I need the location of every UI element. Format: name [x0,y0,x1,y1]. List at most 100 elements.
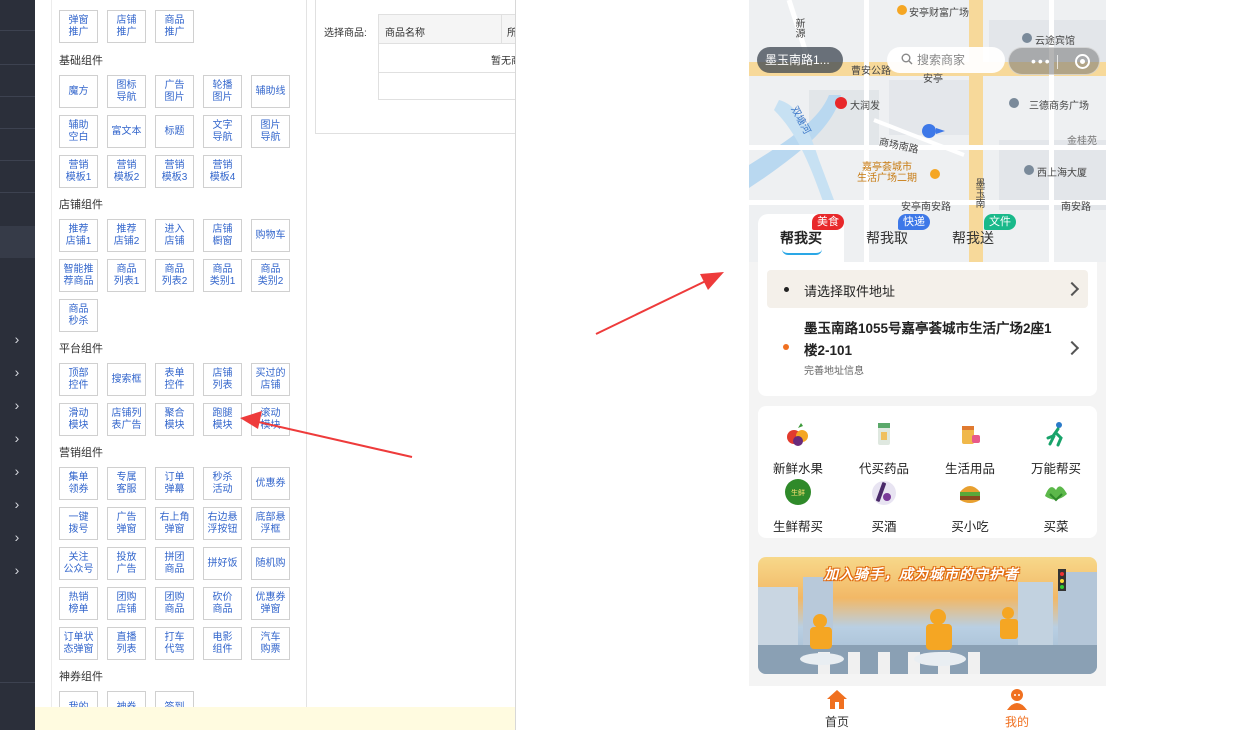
chevron-right-icon[interactable]: › [10,563,24,577]
category-medicine[interactable]: 代买药品 [844,420,924,476]
component-button[interactable]: 拼团 商品 [155,547,194,580]
component-button[interactable]: 店铺 推广 [107,10,146,43]
component-button[interactable]: 底部悬 浮框 [251,507,290,540]
component-button[interactable]: 辅助 空白 [59,115,98,148]
component-button[interactable]: 进入 店铺 [155,219,194,252]
component-button[interactable]: 滑动 模块 [59,403,98,436]
search-placeholder: 搜索商家 [917,53,966,67]
component-button[interactable]: 滚动 模块 [251,403,290,436]
chevron-right-icon[interactable]: › [10,431,24,445]
component-button[interactable]: 店铺 列表 [203,363,242,396]
chevron-right-icon[interactable]: › [10,497,24,511]
component-button[interactable]: 营销 模板3 [155,155,194,188]
component-button[interactable]: 拼好饭 [203,547,242,580]
component-button[interactable]: 图片 导航 [251,115,290,148]
component-button[interactable]: 订单 弹幕 [155,467,194,500]
component-button[interactable]: 辅助线 [251,75,290,108]
category-label: 生活用品 [944,462,995,476]
component-button[interactable]: 营销 模板2 [107,155,146,188]
pickup-label: 请选择取件地址 [804,284,896,299]
chevron-right-icon[interactable]: › [10,365,24,379]
component-button[interactable]: 商品 类别1 [203,259,242,292]
section-title: 神券组件 [59,671,103,683]
component-button[interactable]: 营销 模板1 [59,155,98,188]
daily-goods-icon [962,426,980,444]
component-button[interactable]: 商品 推广 [155,10,194,43]
component-button[interactable]: 一键 拨号 [59,507,98,540]
component-button[interactable]: 魔方 [59,75,98,108]
component-button[interactable]: 店铺列 表广告 [107,403,146,436]
component-button[interactable]: 投放 广告 [107,547,146,580]
component-button[interactable]: 专属 客服 [107,467,146,500]
component-button[interactable]: 团购 店铺 [107,587,146,620]
component-button[interactable]: 聚合 模块 [155,403,194,436]
dest-sub[interactable]: 完善地址信息 [804,362,864,377]
component-button[interactable]: 营销 模板4 [203,155,242,188]
category-vegetable[interactable]: 买菜 [1016,478,1096,534]
search-input[interactable]: 搜索商家 [887,47,1005,73]
map-label: 南安路 [1061,202,1091,213]
component-button[interactable]: 跑腿 模块 [203,403,242,436]
component-button[interactable]: 商品 列表2 [155,259,194,292]
chevron-right-icon[interactable]: › [10,398,24,412]
component-button[interactable]: 砍价 商品 [203,587,242,620]
component-button[interactable]: 广告 图片 [155,75,194,108]
pickup-address-row[interactable]: 请选择取件地址 [767,270,1088,308]
component-button[interactable]: 右边悬 浮按钮 [203,507,242,540]
component-button[interactable]: 打车 代驾 [155,627,194,660]
component-button[interactable]: 右上角 弹窗 [155,507,194,540]
category-snack[interactable]: 买小吃 [930,478,1010,534]
category-label: 万能帮买 [1030,462,1081,476]
component-button[interactable]: 随机购 [251,547,290,580]
component-button[interactable]: 热销 榜单 [59,587,98,620]
chevron-right-icon[interactable]: › [10,332,24,346]
component-button[interactable]: 商品 秒杀 [59,299,98,332]
chevron-right-icon[interactable]: › [10,530,24,544]
component-button[interactable]: 文字 导航 [203,115,242,148]
component-button[interactable]: 图标 导航 [107,75,146,108]
chevron-right-icon[interactable]: › [10,464,24,478]
component-button[interactable]: 智能推 荐商品 [59,259,98,292]
component-button[interactable]: 标题 [155,115,194,148]
component-button[interactable]: 店铺 橱窗 [203,219,242,252]
component-button[interactable]: 弹窗 推广 [59,10,98,43]
component-button[interactable]: 广告 弹窗 [107,507,146,540]
component-button[interactable]: 订单状 态弹窗 [59,627,98,660]
location-pill[interactable]: 墨玉南路1... [757,47,843,73]
category-wine[interactable]: 买酒 [844,478,924,534]
component-button[interactable]: 推荐 店铺2 [107,219,146,252]
category-fresh[interactable]: 生鲜 生鲜帮买 [758,478,838,534]
close-miniprogram-icon[interactable] [1075,54,1090,69]
tabbar-home[interactable]: 首页 [797,686,877,730]
component-button[interactable]: 团购 商品 [155,587,194,620]
more-icon[interactable]: ••• [1031,54,1052,68]
component-button[interactable]: 集单 领券 [59,467,98,500]
category-universal[interactable]: 万能帮买 [1016,420,1096,476]
component-button[interactable]: 电影 组件 [203,627,242,660]
component-button[interactable]: 推荐 店铺1 [59,219,98,252]
component-button[interactable]: 顶部 控件 [59,363,98,396]
map-label: 安亭南安路 [901,202,951,213]
component-button[interactable]: 汽车 购票 [251,627,290,660]
component-button[interactable]: 直播 列表 [107,627,146,660]
component-button[interactable]: 买过的 店铺 [251,363,290,396]
component-button[interactable]: 表单 控件 [155,363,194,396]
category-fruit[interactable]: 新鲜水果 [758,420,838,476]
component-button[interactable]: 秒杀 活动 [203,467,242,500]
goods-selector: 选择商品: 商品名称 所 暂无商 [315,0,521,134]
tabbar-mine[interactable]: 我的 [977,686,1057,730]
component-button[interactable]: 商品 列表1 [107,259,146,292]
component-button[interactable]: 商品 类别2 [251,259,290,292]
component-button[interactable]: 富文本 [107,115,146,148]
component-button[interactable]: 搜索框 [107,363,146,396]
rider-banner[interactable]: 加入骑手，成为城市的守护者 [758,557,1097,674]
dest-address[interactable]: 墨玉南路1055号嘉亭荟城市生活广场2座1楼2-101 [804,318,1056,362]
chevron-right-icon[interactable] [1064,340,1080,356]
component-button[interactable]: 优惠券 弹窗 [251,587,290,620]
category-daily[interactable]: 生活用品 [930,420,1010,476]
component-button[interactable]: 关注 公众号 [59,547,98,580]
component-button[interactable]: 购物车 [251,219,290,252]
rail-item-active[interactable] [0,226,35,258]
component-button[interactable]: 优惠券 [251,467,290,500]
component-button[interactable]: 轮播 图片 [203,75,242,108]
